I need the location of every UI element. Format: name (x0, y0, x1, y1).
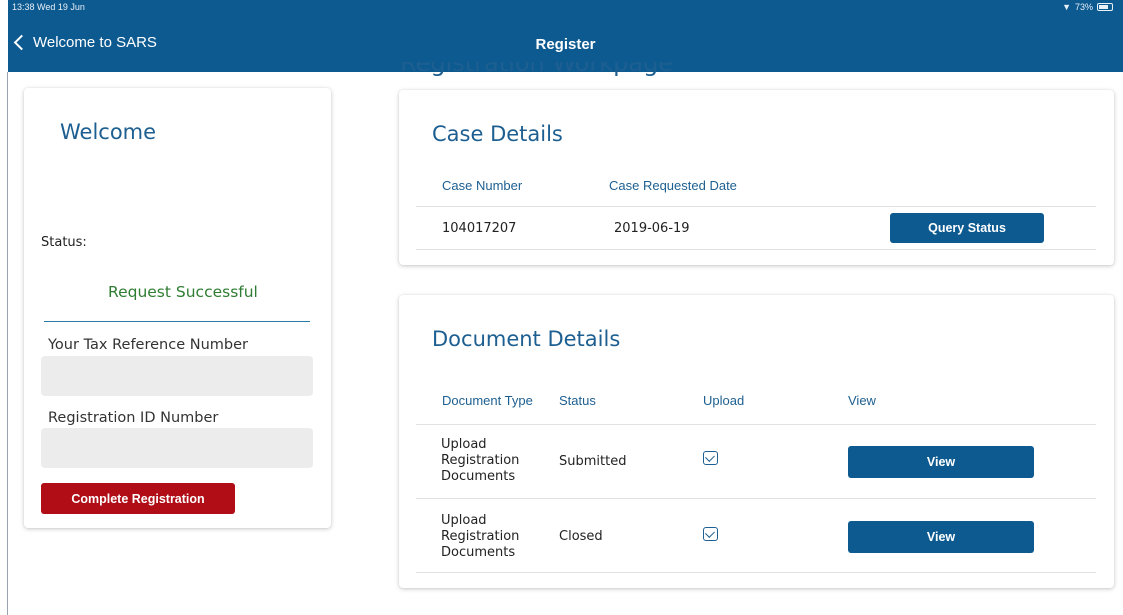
case-details-title: Case Details (432, 122, 563, 146)
case-details-card: Case Details Case Number Case Requested … (399, 90, 1114, 265)
wifi-icon: ▼ (1062, 2, 1071, 12)
status-value: Request Successful (108, 283, 258, 301)
nav-title: Register (535, 36, 596, 53)
view-document-button[interactable]: View (848, 521, 1034, 553)
column-header-requested-date: Case Requested Date (609, 178, 737, 193)
column-header-view: View (848, 393, 876, 408)
registration-id-input[interactable] (41, 428, 313, 468)
status-bar: 13:38 Wed 19 Jun ▼ 73% (8, 0, 1123, 16)
row-divider (416, 206, 1096, 207)
query-status-button[interactable]: Query Status (890, 213, 1044, 243)
document-type-cell: Upload Registration Documents (441, 513, 520, 560)
upload-checkbox-icon[interactable] (703, 527, 718, 541)
welcome-heading: Welcome (60, 120, 157, 144)
welcome-panel: Welcome Status: Request Successful Your … (24, 88, 331, 528)
column-header-case-number: Case Number (442, 178, 523, 193)
battery-icon (1097, 3, 1113, 11)
case-requested-date-value: 2019-06-19 (614, 221, 690, 236)
document-status-cell: Submitted (559, 454, 627, 469)
case-number-value: 104017207 (442, 221, 517, 236)
divider (44, 321, 310, 322)
document-status-cell: Closed (559, 529, 603, 544)
column-header-status: Status (559, 393, 596, 408)
row-divider (416, 424, 1096, 425)
status-label: Status: (41, 235, 87, 250)
tax-reference-label: Your Tax Reference Number (48, 337, 248, 353)
page-heading: Registration Workpage (400, 62, 674, 76)
view-document-button[interactable]: View (848, 446, 1034, 478)
column-header-document-type: Document Type (442, 393, 533, 408)
window-edge (7, 72, 8, 615)
upload-checkbox-icon[interactable] (703, 451, 718, 465)
row-divider (416, 249, 1096, 250)
row-divider (416, 498, 1096, 499)
status-time: 13:38 Wed 19 Jun (12, 2, 85, 12)
battery-percent: 73% (1074, 2, 1093, 12)
document-type-cell: Upload Registration Documents (441, 437, 520, 484)
complete-registration-button[interactable]: Complete Registration (41, 483, 235, 514)
row-divider (416, 572, 1096, 573)
document-details-card: Document Details Document Type Status Up… (399, 295, 1114, 588)
document-details-title: Document Details (432, 327, 621, 351)
column-header-upload: Upload (703, 393, 745, 408)
tax-reference-input[interactable] (41, 356, 313, 396)
registration-id-label: Registration ID Number (48, 410, 219, 426)
